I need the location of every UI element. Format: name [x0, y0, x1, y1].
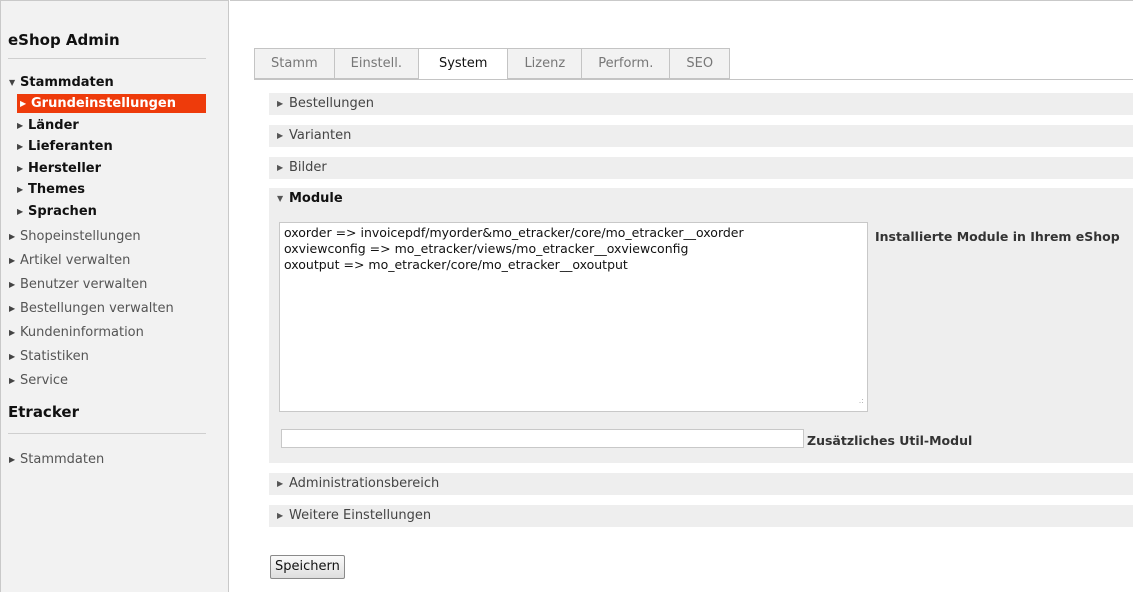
sidebar-item-label: Stammdaten: [20, 452, 105, 467]
modules-label: Installierte Module in Ihrem eShop: [875, 229, 1120, 244]
resize-grip-icon[interactable]: .:: [859, 393, 864, 409]
tab-underline: [254, 79, 1133, 80]
tab-perform[interactable]: Perform.: [582, 48, 671, 79]
modules-textarea[interactable]: oxorder => invoicepdf/myorder&mo_etracke…: [279, 222, 868, 412]
triangle-right-icon: ▶: [9, 280, 16, 289]
triangle-right-icon: ▶: [17, 164, 24, 173]
sidebar-item-lieferanten[interactable]: ▶ Lieferanten: [17, 137, 113, 156]
sidebar-divider: [8, 433, 206, 434]
triangle-right-icon: ▶: [9, 232, 16, 241]
save-button[interactable]: Speichern: [270, 555, 345, 579]
tab-system[interactable]: System: [418, 48, 509, 80]
sidebar-item-label: Hersteller: [28, 161, 102, 176]
sidebar-item-label: Stammdaten: [20, 75, 114, 90]
util-module-label: Zusätzliches Util-Modul: [807, 433, 973, 448]
sidebar-item-kundeninformation[interactable]: ▶ Kundeninformation: [9, 323, 144, 342]
sidebar-item-benutzer[interactable]: ▶ Benutzer verwalten: [9, 275, 147, 294]
triangle-right-icon: ▶: [9, 455, 16, 464]
triangle-down-icon: ▼: [9, 78, 16, 87]
sidebar-item-hersteller[interactable]: ▶ Hersteller: [17, 159, 101, 178]
tab-einstell[interactable]: Einstell.: [334, 48, 419, 79]
triangle-right-icon: ▶: [277, 131, 284, 140]
sidebar-item-label: Länder: [28, 118, 79, 133]
sidebar-divider: [8, 58, 206, 59]
section-weitere-einstellungen[interactable]: ▶ Weitere Einstellungen: [269, 505, 1133, 527]
sidebar-item-sprachen[interactable]: ▶ Sprachen: [17, 202, 97, 221]
triangle-right-icon: ▶: [17, 142, 24, 151]
triangle-right-icon: ▶: [17, 121, 24, 130]
sidebar-item-label: Artikel verwalten: [20, 253, 131, 268]
sidebar-item-etracker-stammdaten[interactable]: ▶ Stammdaten: [9, 450, 104, 469]
triangle-right-icon: ▶: [9, 256, 16, 265]
section-label: Module: [289, 191, 343, 206]
triangle-right-icon: ▶: [277, 479, 284, 488]
sidebar-item-service[interactable]: ▶ Service: [9, 371, 68, 390]
sidebar-item-label: Statistiken: [20, 349, 89, 364]
sidebar-item-label: Sprachen: [28, 204, 97, 219]
section-label: Varianten: [289, 128, 352, 143]
sidebar-item-laender[interactable]: ▶ Länder: [17, 116, 79, 135]
sidebar-item-label: Themes: [28, 182, 86, 197]
sidebar-item-bestellungen[interactable]: ▶ Bestellungen verwalten: [9, 299, 174, 318]
sidebar-section-title: Etracker: [8, 403, 79, 421]
sidebar-item-label: Kundeninformation: [20, 325, 144, 340]
sidebar-item-label: Shopeinstellungen: [20, 229, 141, 244]
triangle-right-icon: ▶: [17, 207, 24, 216]
section-bilder[interactable]: ▶ Bilder: [269, 157, 1133, 179]
sidebar-item-label: Benutzer verwalten: [20, 277, 148, 292]
sidebar-item-statistiken[interactable]: ▶ Statistiken: [9, 347, 89, 366]
section-varianten[interactable]: ▶ Varianten: [269, 125, 1133, 147]
tab-bar: Stamm Einstell. System Lizenz Perform. S…: [254, 48, 731, 80]
sidebar-item-shopeinstellungen[interactable]: ▶ Shopeinstellungen: [9, 227, 141, 246]
main-content: Stamm Einstell. System Lizenz Perform. S…: [230, 0, 1133, 592]
triangle-right-icon: ▶: [9, 352, 16, 361]
section-module[interactable]: ▼ Module: [269, 188, 1133, 210]
sidebar-item-label: Service: [20, 373, 69, 388]
section-label: Weitere Einstellungen: [289, 508, 432, 523]
util-module-input[interactable]: [281, 429, 804, 448]
tab-seo[interactable]: SEO: [670, 48, 731, 79]
sidebar-item-stammdaten[interactable]: ▼ Stammdaten: [9, 73, 114, 92]
triangle-right-icon: ▶: [20, 99, 27, 108]
sidebar-item-grundeinstellungen[interactable]: ▶ Grundeinstellungen: [17, 94, 206, 113]
sidebar-item-label: Grundeinstellungen: [31, 96, 176, 111]
triangle-down-icon: ▼: [277, 194, 284, 203]
section-label: Administrationsbereich: [289, 476, 440, 491]
sidebar-item-themes[interactable]: ▶ Themes: [17, 180, 85, 199]
triangle-right-icon: ▶: [277, 99, 284, 108]
sidebar-item-label: Bestellungen verwalten: [20, 301, 174, 316]
triangle-right-icon: ▶: [9, 376, 16, 385]
triangle-right-icon: ▶: [277, 511, 284, 520]
tab-lizenz[interactable]: Lizenz: [508, 48, 583, 79]
triangle-right-icon: ▶: [17, 185, 24, 194]
triangle-right-icon: ▶: [9, 328, 16, 337]
module-panel: oxorder => invoicepdf/myorder&mo_etracke…: [269, 209, 1133, 463]
section-label: Bilder: [289, 160, 327, 175]
sidebar: eShop Admin ▼ Stammdaten ▶ Grundeinstellun…: [0, 0, 229, 592]
modules-textarea-value: oxorder => invoicepdf/myorder&mo_etracke…: [284, 225, 744, 272]
sidebar-item-label: Lieferanten: [28, 139, 113, 154]
sidebar-item-artikel[interactable]: ▶ Artikel verwalten: [9, 251, 130, 270]
section-bestellungen[interactable]: ▶ Bestellungen: [269, 93, 1133, 115]
sidebar-title: eShop Admin: [8, 31, 120, 49]
triangle-right-icon: ▶: [277, 163, 284, 172]
triangle-right-icon: ▶: [9, 304, 16, 313]
tab-stamm[interactable]: Stamm: [254, 48, 335, 79]
section-administrationsbereich[interactable]: ▶ Administrationsbereich: [269, 473, 1133, 495]
section-label: Bestellungen: [289, 96, 374, 111]
